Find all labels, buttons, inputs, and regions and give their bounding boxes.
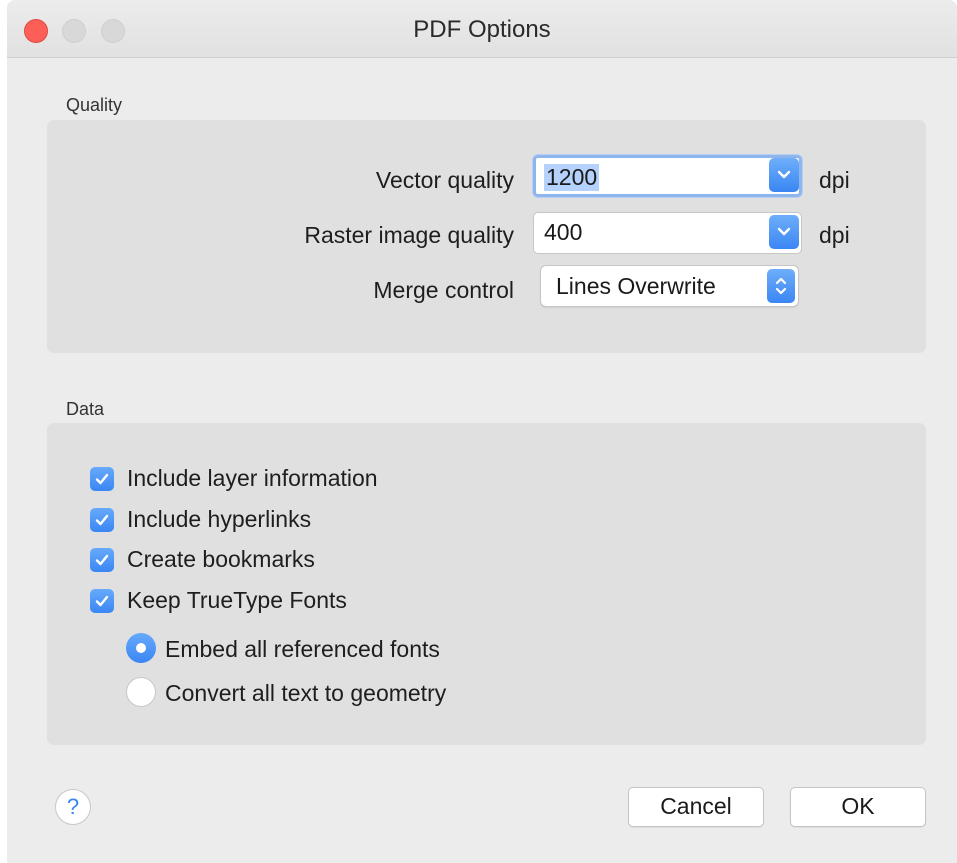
help-button[interactable]: ?	[55, 789, 91, 825]
vector-quality-value[interactable]: 1200	[544, 164, 600, 191]
merge-control-stepper-button[interactable]	[767, 269, 795, 303]
checkbox-checked[interactable]	[90, 548, 114, 572]
raster-quality-unit: dpi	[819, 222, 850, 248]
raster-quality-label: Raster image quality	[304, 222, 514, 248]
checkbox-checked[interactable]	[90, 508, 114, 532]
cancel-button[interactable]: Cancel	[628, 787, 764, 827]
radio-label[interactable]: Convert all text to geometry	[165, 680, 446, 707]
checkbox-checked[interactable]	[90, 467, 114, 491]
merge-control-label: Merge control	[373, 277, 514, 303]
raster-quality-dropdown-button[interactable]	[769, 215, 799, 249]
checkbox-label[interactable]: Create bookmarks	[127, 546, 315, 573]
title-bar: PDF Options	[7, 0, 957, 58]
pdf-options-dialog: PDF Options Quality Vector quality 1200 …	[7, 0, 957, 863]
checkbox-label[interactable]: Keep TrueType Fonts	[127, 587, 347, 614]
vector-quality-label: Vector quality	[375, 167, 514, 193]
window-title: PDF Options	[413, 16, 551, 43]
checkmark-icon	[95, 473, 109, 485]
checkbox-label[interactable]: Include hyperlinks	[127, 506, 311, 533]
raster-quality-value[interactable]: 400	[544, 219, 582, 246]
checkbox-checked[interactable]	[90, 589, 114, 613]
checkmark-icon	[95, 554, 109, 566]
radio-unselected[interactable]	[126, 677, 156, 707]
vector-quality-unit: dpi	[819, 167, 850, 193]
radio-selected[interactable]	[126, 633, 156, 663]
merge-control-value: Lines Overwrite	[556, 273, 716, 299]
chevron-down-icon	[777, 170, 791, 179]
quality-section-label: Quality	[66, 95, 123, 115]
data-section-label: Data	[66, 399, 105, 419]
up-down-chevron-icon	[775, 277, 787, 295]
vector-quality-dropdown-button[interactable]	[769, 158, 799, 192]
chevron-down-icon	[777, 227, 791, 236]
merge-control-popup[interactable]: Lines Overwrite	[540, 265, 799, 307]
checkmark-icon	[95, 595, 109, 607]
raster-quality-combobox[interactable]: 400	[533, 212, 802, 254]
checkmark-icon	[95, 514, 109, 526]
checkbox-label[interactable]: Include layer information	[127, 465, 378, 492]
vector-quality-combobox[interactable]: 1200	[533, 155, 802, 197]
ok-button[interactable]: OK	[790, 787, 926, 827]
radio-label[interactable]: Embed all referenced fonts	[165, 636, 440, 663]
